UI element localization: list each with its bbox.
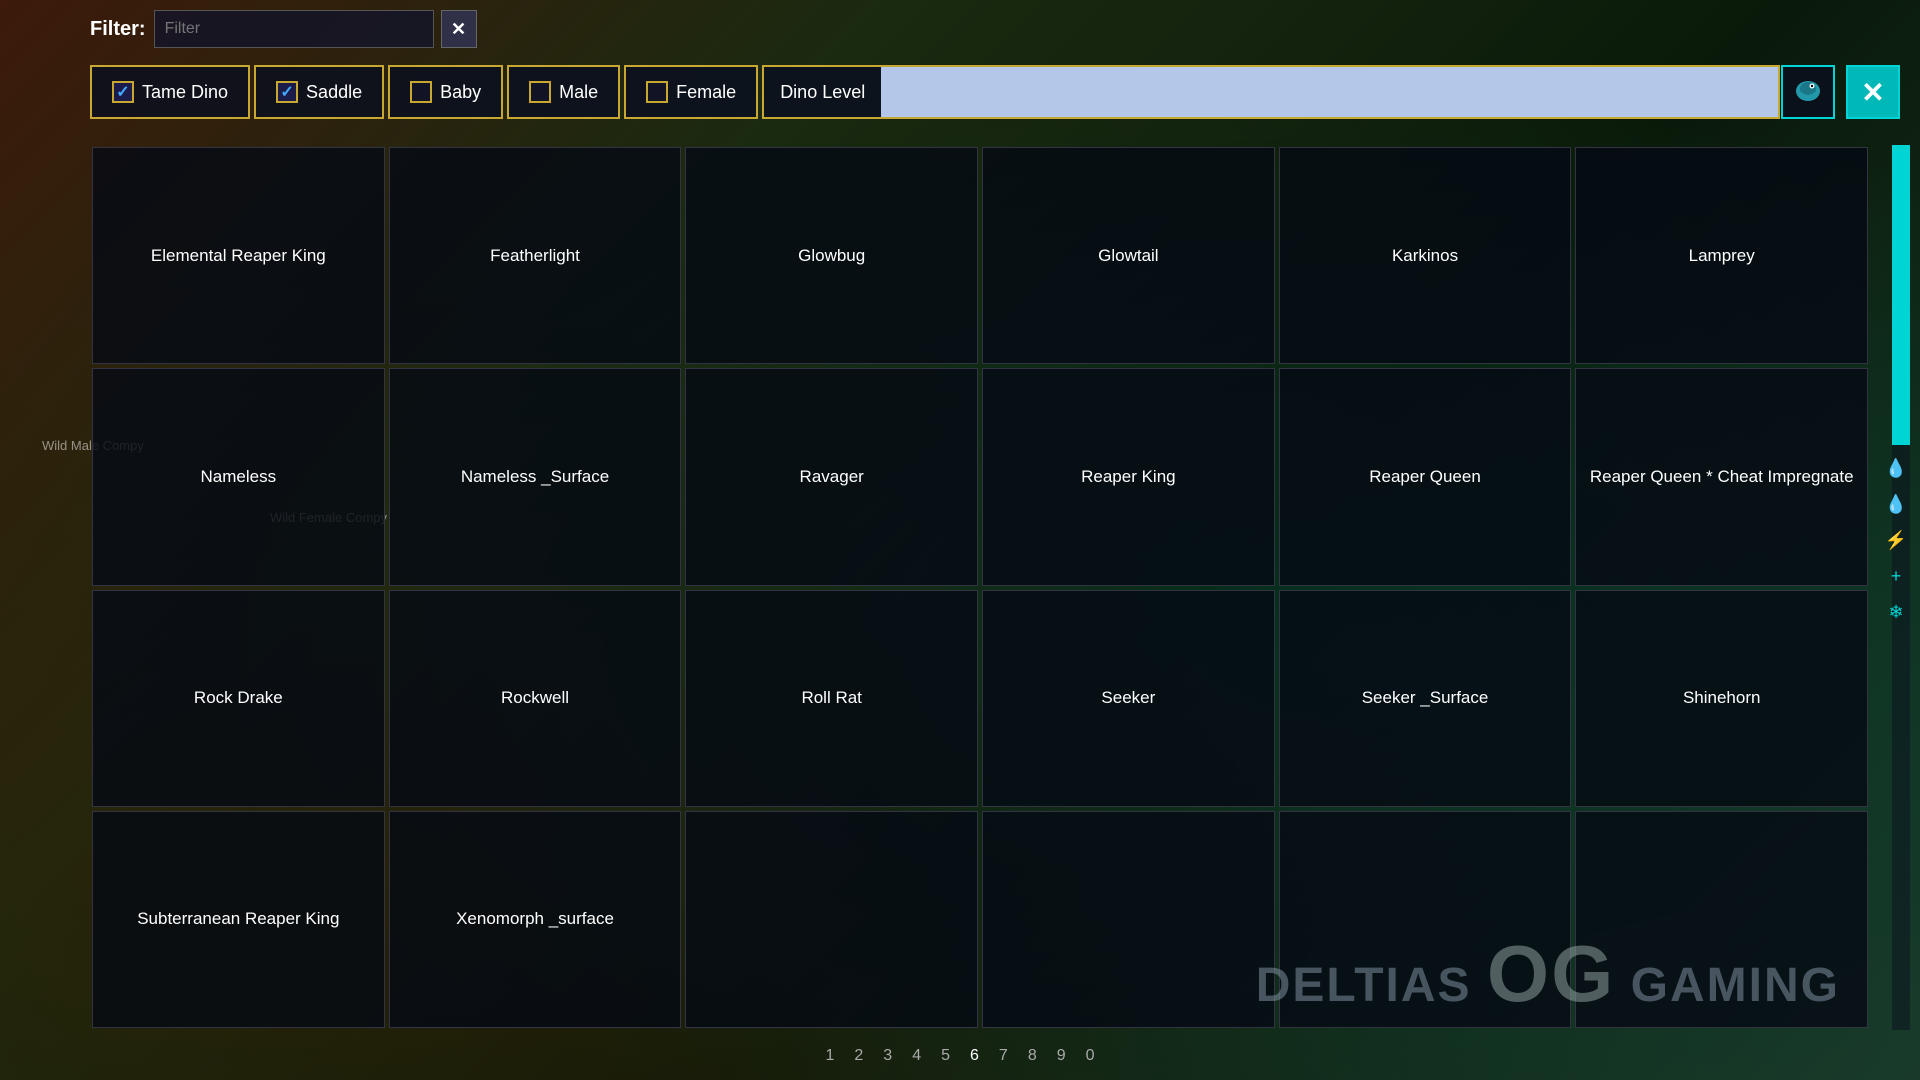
filter-label: Filter: — [90, 18, 146, 41]
baby-checkbox-box — [410, 81, 432, 103]
page-1[interactable]: 1 — [825, 1047, 834, 1065]
page-8[interactable]: 8 — [1028, 1047, 1037, 1065]
grid-cell-label-rockwell: Rockwell — [493, 679, 577, 717]
drop2-icon[interactable]: 💧 — [1882, 490, 1910, 518]
close-button[interactable]: ✕ — [1846, 65, 1900, 119]
grid-cell-label-nameless-surface: Nameless _Surface — [453, 458, 617, 496]
grid-cell-label-featherlight: Featherlight — [482, 237, 588, 275]
grid-cell-glowbug[interactable]: Glowbug — [685, 147, 978, 364]
tame-dino-checkbox-box: ✓ — [112, 81, 134, 103]
tame-dino-checkmark: ✓ — [116, 82, 129, 102]
saddle-label: Saddle — [306, 82, 362, 103]
grid-cell-label-glowtail: Glowtail — [1090, 237, 1166, 275]
page-0[interactable]: 0 — [1086, 1047, 1095, 1065]
page-9[interactable]: 9 — [1057, 1047, 1066, 1065]
grid-cell-xenomorph-surface[interactable]: Xenomorph _surface — [389, 811, 682, 1028]
grid-cell-empty1 — [685, 811, 978, 1028]
grid-cell-shinehorn[interactable]: Shinehorn — [1575, 590, 1868, 807]
grid-row-2: Rock Drake Rockwell Roll Rat Seeker Seeker _… — [90, 588, 1870, 809]
male-label: Male — [559, 82, 598, 103]
grid-cell-subterranean-reaper-king[interactable]: Subterranean Reaper King — [92, 811, 385, 1028]
page-7[interactable]: 7 — [999, 1047, 1008, 1065]
grid-cell-label-karkinos: Karkinos — [1384, 237, 1466, 275]
male-checkbox-box — [529, 81, 551, 103]
grid-cell-nameless[interactable]: Nameless — [92, 368, 385, 585]
grid-cell-label-reaper-king: Reaper King — [1073, 458, 1184, 496]
filter-bar: Filter: ✕ — [90, 10, 477, 48]
grid-cell-reaper-queen-cheat[interactable]: Reaper Queen * Cheat Impregnate — [1575, 368, 1868, 585]
plus-icon[interactable]: + — [1882, 562, 1910, 590]
grid-cell-label-glowbug: Glowbug — [790, 237, 873, 275]
grid-cell-label-reaper-queen-cheat: Reaper Queen * Cheat Impregnate — [1582, 458, 1862, 496]
grid-cell-rockwell[interactable]: Rockwell — [389, 590, 682, 807]
saddle-checkbox-box: ✓ — [276, 81, 298, 103]
filter-clear-button[interactable]: ✕ — [441, 10, 477, 48]
snow-icon[interactable]: ❄ — [1882, 598, 1910, 626]
grid-cell-seeker-surface[interactable]: Seeker _Surface — [1279, 590, 1572, 807]
grid-cell-featherlight[interactable]: Featherlight — [389, 147, 682, 364]
grid-cell-karkinos[interactable]: Karkinos — [1279, 147, 1572, 364]
grid-cell-label-elemental-reaper-king: Elemental Reaper King — [143, 237, 334, 275]
drop-icon[interactable]: 💧 — [1882, 454, 1910, 482]
grid-cell-label-nameless: Nameless — [193, 458, 285, 496]
dino-level-label: Dino Level — [764, 82, 881, 103]
tame-dino-label: Tame Dino — [142, 82, 228, 103]
grid-cell-seeker[interactable]: Seeker — [982, 590, 1275, 807]
dino-grid: Elemental Reaper King Featherlight Glowbug… — [90, 145, 1870, 1030]
saddle-checkmark: ✓ — [280, 82, 293, 102]
grid-cell-reaper-queen[interactable]: Reaper Queen — [1279, 368, 1572, 585]
tame-dino-checkbox[interactable]: ✓ Tame Dino — [90, 65, 250, 119]
male-checkbox[interactable]: Male — [507, 65, 620, 119]
grid-cell-nameless-surface[interactable]: Nameless _Surface — [389, 368, 682, 585]
grid-cell-ravager[interactable]: Ravager — [685, 368, 978, 585]
grid-cell-label-shinehorn: Shinehorn — [1675, 679, 1769, 717]
filter-input[interactable] — [154, 10, 434, 48]
grid-row-1: Nameless Nameless _Surface Ravager Reaper K… — [90, 366, 1870, 587]
dino-head-icon — [1791, 75, 1825, 109]
grid-cell-label-roll-rat: Roll Rat — [793, 679, 869, 717]
dino-level-input[interactable] — [881, 67, 1778, 117]
grid-cell-label-rock-drake: Rock Drake — [186, 679, 291, 717]
female-label: Female — [676, 82, 736, 103]
filter-options-row: ✓ Tame Dino ✓ Saddle Baby Male Female Di… — [90, 65, 1780, 119]
grid-cell-label-ravager: Ravager — [792, 458, 872, 496]
dino-level-wrap: Dino Level — [762, 65, 1780, 119]
page-4[interactable]: 4 — [912, 1047, 921, 1065]
female-checkbox[interactable]: Female — [624, 65, 758, 119]
grid-cell-roll-rat[interactable]: Roll Rat — [685, 590, 978, 807]
female-checkbox-box — [646, 81, 668, 103]
side-icons-panel: 💧 💧 ⚡ + ❄ — [1882, 454, 1910, 626]
page-6[interactable]: 6 — [970, 1047, 979, 1065]
grid-cell-label-seeker-surface: Seeker _Surface — [1354, 679, 1497, 717]
grid-cell-rock-drake[interactable]: Rock Drake — [92, 590, 385, 807]
grid-cell-label-lamprey: Lamprey — [1681, 237, 1763, 275]
grid-cell-empty2 — [982, 811, 1275, 1028]
grid-cell-label-xenomorph-surface: Xenomorph _surface — [448, 900, 622, 938]
grid-cell-reaper-king[interactable]: Reaper King — [982, 368, 1275, 585]
grid-cell-empty4 — [1575, 811, 1868, 1028]
grid-row-0: Elemental Reaper King Featherlight Glowbug… — [90, 145, 1870, 366]
page-2[interactable]: 2 — [854, 1047, 863, 1065]
scrollbar-thumb[interactable] — [1892, 145, 1910, 445]
dino-icon-button[interactable] — [1781, 65, 1835, 119]
grid-cell-label-seeker: Seeker — [1093, 679, 1163, 717]
baby-label: Baby — [440, 82, 481, 103]
baby-checkbox[interactable]: Baby — [388, 65, 503, 119]
saddle-checkbox[interactable]: ✓ Saddle — [254, 65, 384, 119]
grid-row-3: Subterranean Reaper King Xenomorph _surfa… — [90, 809, 1870, 1030]
grid-cell-elemental-reaper-king[interactable]: Elemental Reaper King — [92, 147, 385, 364]
page-5[interactable]: 5 — [941, 1047, 950, 1065]
close-icon: ✕ — [1861, 76, 1884, 109]
grid-cell-empty3 — [1279, 811, 1572, 1028]
grid-cell-label-subterranean-reaper-king: Subterranean Reaper King — [129, 900, 347, 938]
grid-cell-lamprey[interactable]: Lamprey — [1575, 147, 1868, 364]
grid-cell-label-reaper-queen: Reaper Queen — [1361, 458, 1489, 496]
pagination: 1 2 3 4 5 6 7 8 9 0 — [825, 1047, 1094, 1065]
lightning-icon[interactable]: ⚡ — [1882, 526, 1910, 554]
grid-cell-glowtail[interactable]: Glowtail — [982, 147, 1275, 364]
page-3[interactable]: 3 — [883, 1047, 892, 1065]
